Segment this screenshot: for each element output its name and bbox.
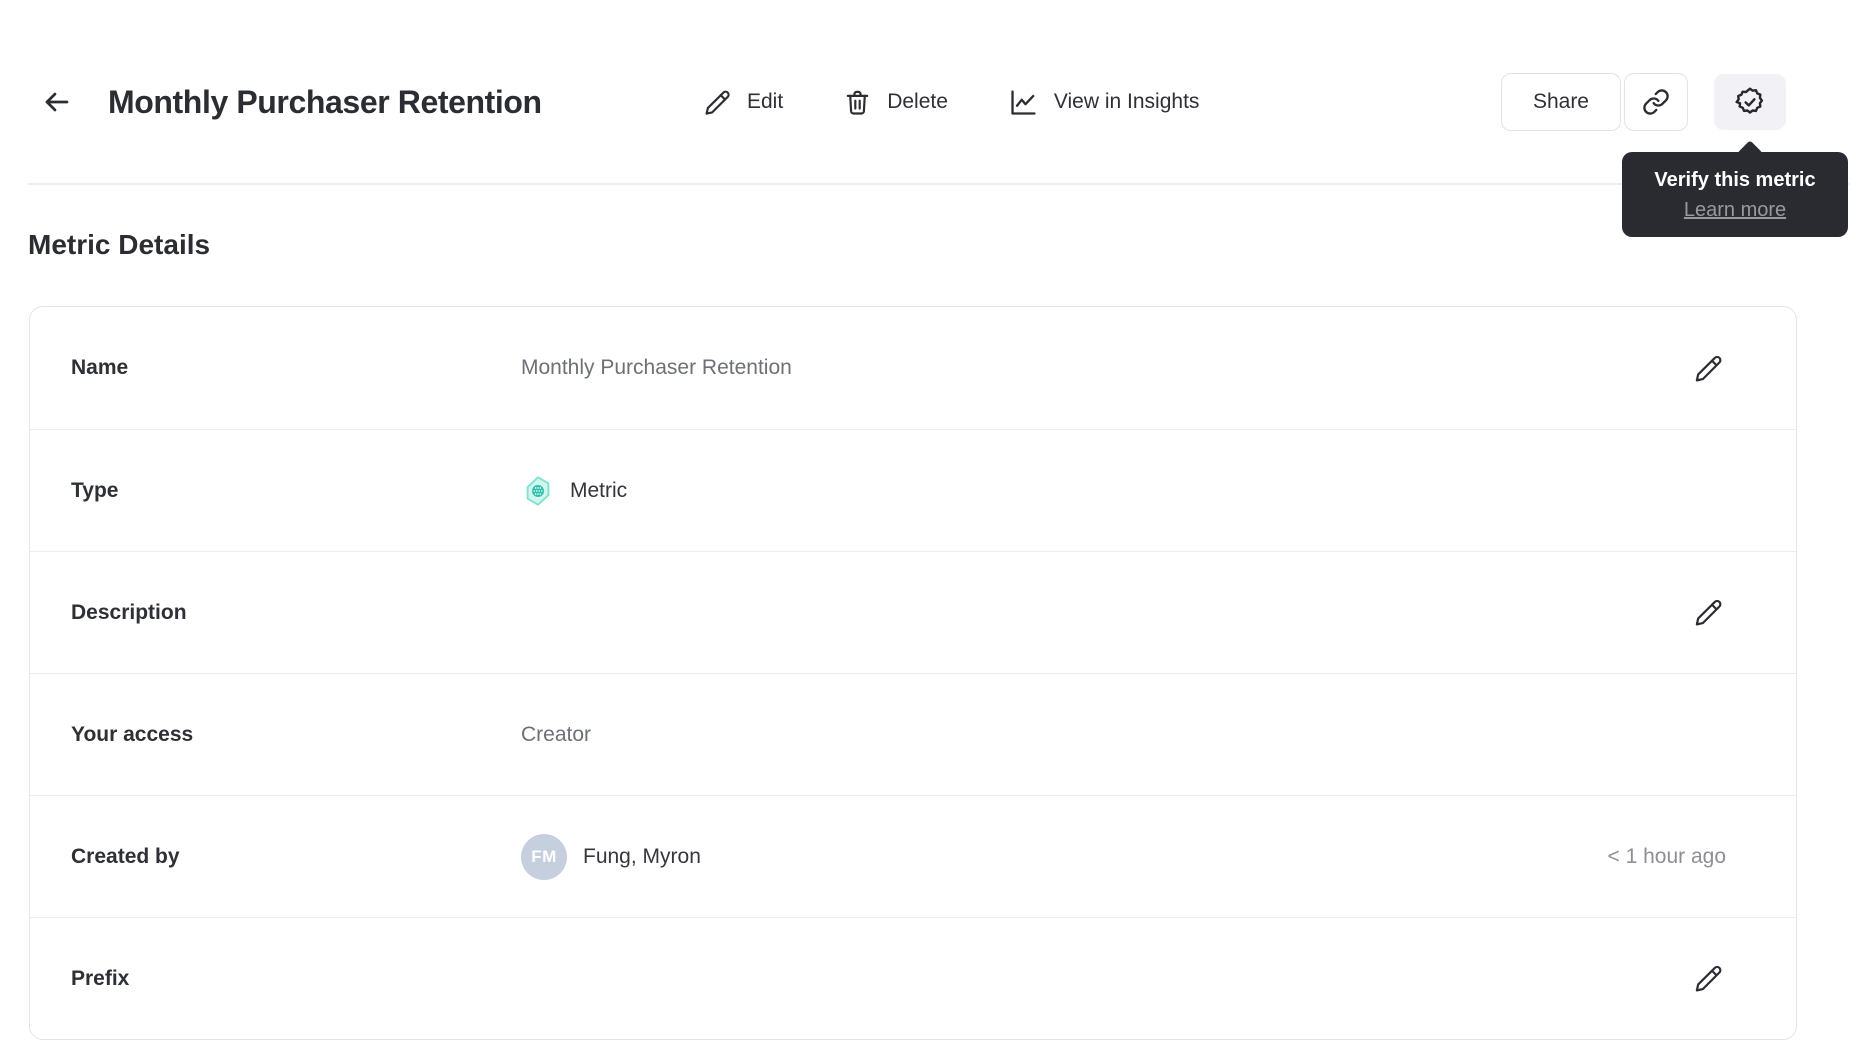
arrow-left-icon [41,86,73,118]
row-your-access-label: Your access [71,722,194,746]
row-name-value: Monthly Purchaser Retention [521,356,792,379]
header: Monthly Purchaser Retention Edit Delete [0,72,1850,132]
section-heading: Metric Details [28,229,211,260]
row-prefix: Prefix [30,917,1796,1039]
pencil-icon [1693,353,1724,384]
view-in-insights-label: View in Insights [1053,90,1200,113]
trash-icon [843,88,872,117]
row-description: Description [30,551,1796,673]
row-name-label: Name [71,356,129,379]
edit-button-label: Edit [747,90,784,113]
creator: FM Fung, Myron [521,833,701,880]
chain-link-icon [1642,88,1670,116]
main-content: Metric Details Name Monthly Purchaser Re… [0,185,1850,1040]
verify-tooltip: Verify this metric Learn more [1622,140,1848,237]
avatar: FM [521,833,567,880]
header-left: Monthly Purchaser Retention [38,72,542,132]
share-button[interactable]: Share [1500,73,1621,131]
row-name: Name Monthly Purchaser Retention [30,307,1796,429]
edit-description-button[interactable] [1690,595,1726,631]
row-type-value-label: Metric [570,478,628,502]
verify-metric-button[interactable] [1714,74,1786,130]
page-title: Monthly Purchaser Retention [108,83,542,120]
teal-hexagon-icon [521,474,555,508]
created-timestamp: < 1 hour ago [1607,844,1726,868]
tooltip-arrow [1737,140,1763,166]
header-right: Share [1500,72,1786,132]
row-your-access-value: Creator [521,722,592,746]
pencil-icon [1693,597,1724,628]
edit-name-button[interactable] [1690,350,1726,386]
row-type: Type Metric [30,429,1796,551]
row-your-access: Your access Creator [30,673,1796,795]
learn-more-link[interactable]: Learn more [1684,199,1786,221]
edit-button[interactable]: Edit [703,88,783,117]
delete-button[interactable]: Delete [843,88,948,117]
metric-details-card: Name Monthly Purchaser Retention Type Me… [29,306,1797,1040]
back-button[interactable] [38,83,76,121]
pencil-icon [1693,963,1724,994]
seal-check-icon [1733,85,1767,119]
delete-button-label: Delete [887,90,948,113]
row-created-by-label: Created by [71,844,180,868]
row-prefix-label: Prefix [71,966,130,990]
copy-link-button[interactable] [1624,73,1688,131]
row-description-label: Description [71,600,187,624]
creator-name: Fung, Myron [583,844,701,868]
pencil-icon [703,88,732,117]
row-type-value: Metric [521,474,627,508]
tooltip-title: Verify this metric [1654,169,1816,191]
line-chart-icon [1008,87,1039,118]
header-actions: Edit Delete View in Insights [703,72,1199,132]
edit-prefix-button[interactable] [1690,961,1726,997]
view-in-insights-button[interactable]: View in Insights [1008,87,1200,118]
row-type-label: Type [71,478,119,502]
row-created-by: Created by FM Fung, Myron < 1 hour ago [30,795,1796,917]
